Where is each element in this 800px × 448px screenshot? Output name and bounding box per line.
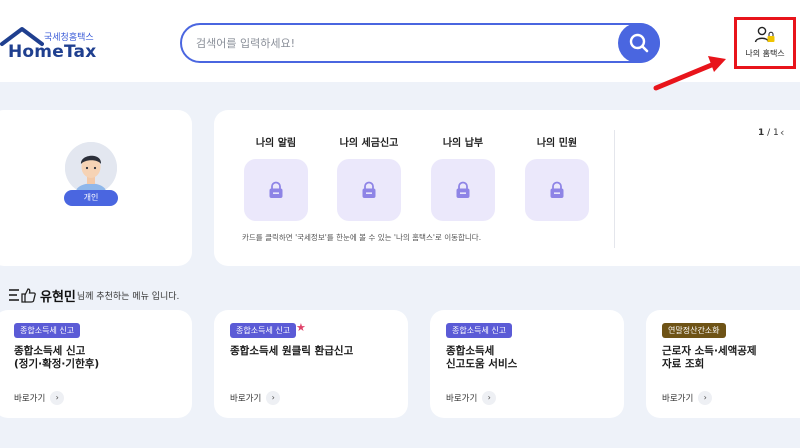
user-type-badge: 개인 [64,190,118,206]
list-thumbs-up-icon [9,288,36,303]
chevron-right-icon: › [266,391,281,405]
go-link[interactable]: 바로가기 › [230,391,281,405]
my-item-label: 나의 민원 [536,138,578,149]
chevron-right-icon: › [482,391,497,405]
recommend-heading: 유현민 님께 추천하는 메뉴 입니다. [8,286,180,305]
my-item-label: 나의 알림 [255,138,297,149]
profile-card[interactable]: 개인 [0,110,192,266]
go-link[interactable]: 바로가기 › [446,391,497,405]
category-tag: 종합소득세 신고 [446,323,513,338]
my-item-card[interactable] [337,159,401,221]
category-tag: 연말정산간소화 [662,323,726,338]
go-link[interactable]: 바로가기 › [14,391,65,405]
chevron-left-icon[interactable]: ‹ [780,126,784,139]
recommend-card-title: 종합소득세 원클릭 환급신고 [230,345,353,358]
my-item-label: 나의 납부 [442,138,484,149]
my-tax-report-item[interactable]: 나의 세금신고 [337,134,401,221]
search-bar [180,23,660,63]
search-input[interactable] [196,25,616,61]
lock-icon [362,181,376,198]
user-lock-icon [754,26,775,43]
category-tag: 종합소득세 신고 [14,323,81,338]
recommend-suffix: 님께 추천하는 메뉴 입니다. [76,291,180,302]
recommend-card-line1: 근로자 소득·세액공제 [662,345,757,357]
chevron-right-icon: › [698,391,713,405]
chevron-right-icon: › [50,391,65,405]
search-icon [629,33,649,53]
recommend-card-line1: 종합소득세 신고 [14,345,86,357]
hometax-logo[interactable]: 국세청홈택스 HomeTax [0,22,100,62]
recommend-card[interactable]: 연말정산간소화 근로자 소득·세액공제 자료 조회 바로가기 › [646,310,800,418]
avatar [65,142,117,194]
my-payment-item[interactable]: 나의 납부 [431,134,495,221]
lock-icon [550,181,564,198]
recommend-card-line2: 자료 조회 [662,358,705,370]
recommend-card-line2: 신고도움 서비스 [446,358,518,370]
my-item-card[interactable] [525,159,589,221]
red-arrow-annotation [653,56,726,91]
my-item-label: 나의 세금신고 [339,138,399,149]
go-label: 바로가기 [662,394,694,404]
my-hometax-button[interactable]: 나의 홈택스 [734,17,796,69]
recommend-card-line1: 종합소득세 [446,345,495,357]
recommend-card-title: 종합소득세 신고도움 서비스 [446,345,517,371]
go-link[interactable]: 바로가기 › [662,391,713,405]
recommend-card-line1: 종합소득세 원클릭 환급신고 [230,345,354,357]
my-item-card[interactable] [431,159,495,221]
go-label: 바로가기 [230,394,262,404]
my-item-card[interactable] [244,159,308,221]
user-avatar-icon [65,142,117,194]
divider [614,130,615,248]
my-hometax-note: 카드를 클릭하면 '국세정보'를 한눈에 볼 수 있는 '나의 홈택스'로 이동… [242,233,482,242]
lock-icon [269,181,283,198]
recommend-card-title: 종합소득세 신고 (정기·확정·기한후) [14,345,99,371]
recommend-card[interactable]: 종합소득세 신고 종합소득세 신고도움 서비스 바로가기 › [430,310,624,418]
my-alerts-item[interactable]: 나의 알림 [244,134,308,221]
recommend-card-line2: (정기·확정·기한후) [14,358,100,370]
my-civil-item[interactable]: 나의 민원 [525,134,589,221]
recommend-card[interactable]: 종합소득세 신고 ★ 종합소득세 원클릭 환급신고 바로가기 › [214,310,408,418]
recommend-card[interactable]: 종합소득세 신고 종합소득세 신고 (정기·확정·기한후) 바로가기 › [0,310,192,418]
category-tag: 종합소득세 신고 [230,323,297,338]
go-label: 바로가기 [14,394,46,404]
pager-total: 1 [773,128,779,138]
star-icon: ★ [296,321,306,334]
go-label: 바로가기 [446,394,478,404]
my-hometax-label: 나의 홈택스 [745,49,785,58]
recommend-user-name: 유현민 [40,289,76,305]
my-hometax-card: 나의 알림 나의 세금신고 나의 납부 나의 민원 카드를 클릭하면 '국세정보… [214,110,800,266]
recommend-card-title: 근로자 소득·세액공제 자료 조회 [662,345,757,371]
logo-title: HomeTax [8,42,97,62]
pager: 1 / 1 [758,128,779,138]
pager-separator: / [764,128,774,138]
lock-icon [456,181,470,198]
